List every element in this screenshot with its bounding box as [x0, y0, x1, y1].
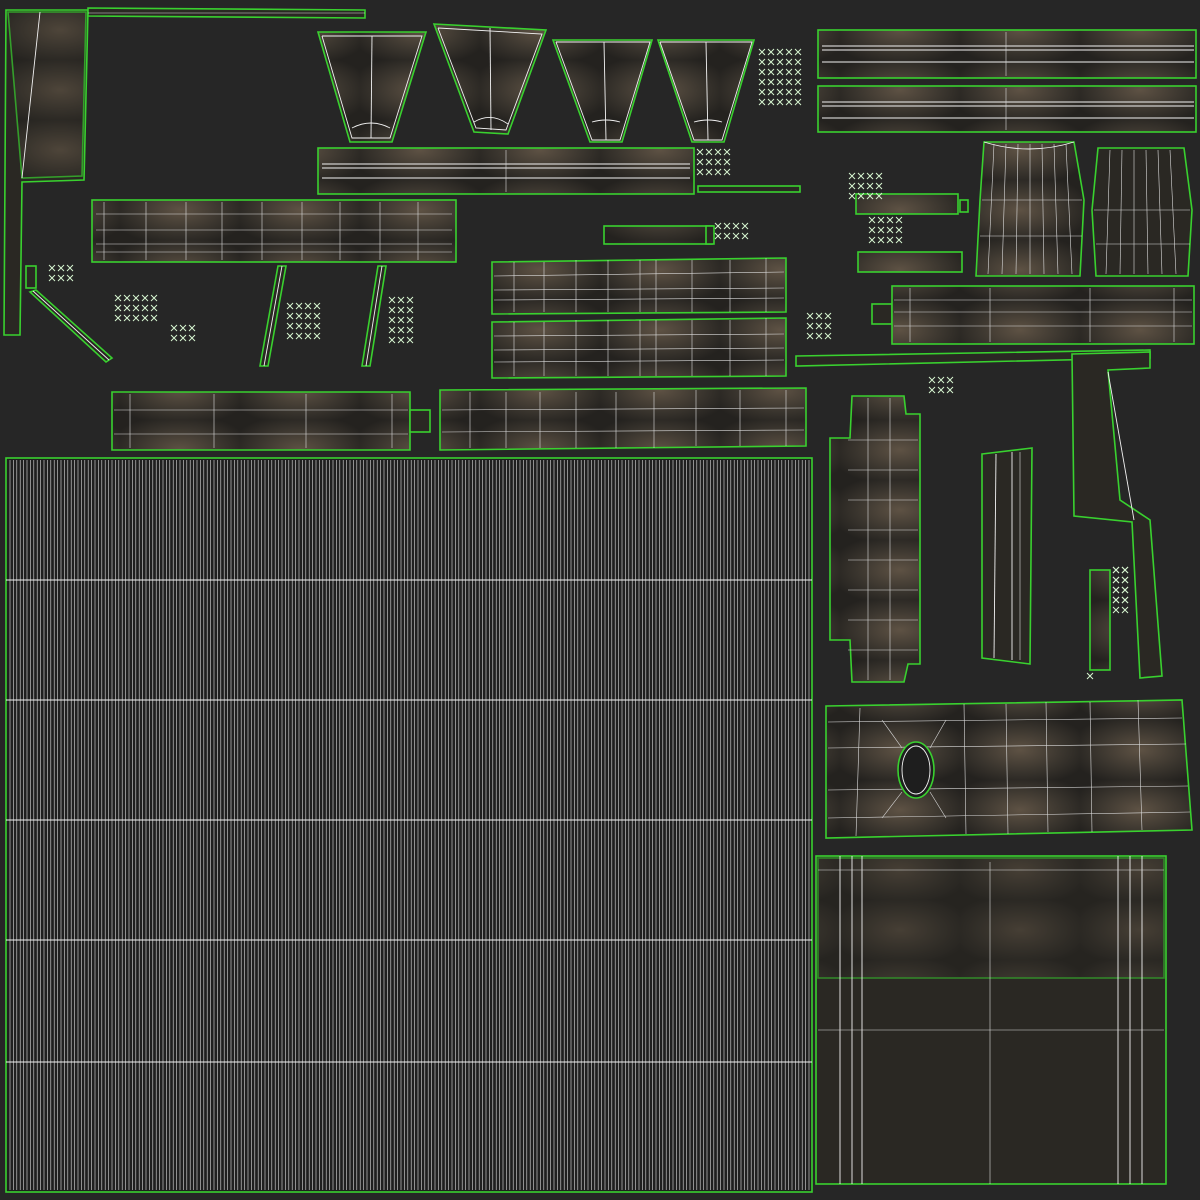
uv-layout-canvas — [0, 0, 1200, 1200]
uv-shell-large-grid — [5, 457, 813, 1193]
uv-shell-hole-panel — [825, 699, 1193, 839]
uv-shell-bottom-right-box — [815, 855, 1167, 1185]
uv-shell-tubes-row — [111, 387, 807, 451]
uv-shell-left-box — [91, 199, 457, 263]
